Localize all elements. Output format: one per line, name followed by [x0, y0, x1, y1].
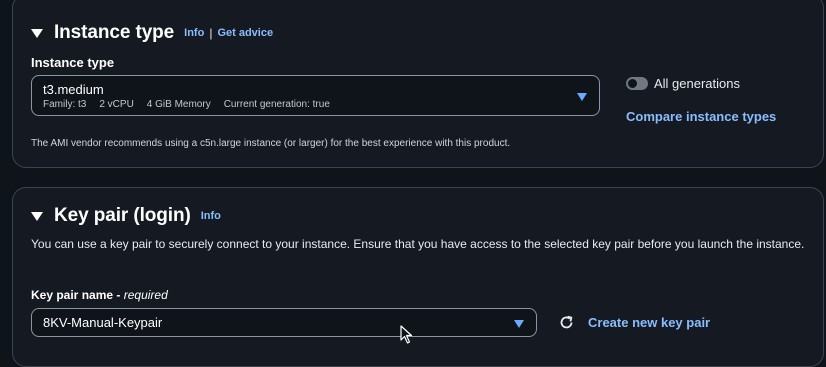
required-hint: required	[123, 288, 168, 302]
all-generations-toggle[interactable]	[626, 77, 648, 90]
all-generations-label: All generations	[654, 76, 740, 91]
info-link[interactable]: Info	[201, 210, 221, 222]
section-title: Key pair (login)	[54, 205, 191, 226]
key-pair-description: You can use a key pair to securely conne…	[31, 237, 805, 251]
instance-vcpu: 2 vCPU	[99, 99, 134, 110]
selected-key-pair: 8KV-Manual-Keypair	[43, 315, 163, 330]
refresh-icon[interactable]	[558, 314, 575, 331]
dropdown-arrow-icon	[577, 92, 587, 101]
caret-down-icon[interactable]	[31, 28, 43, 38]
section-title: Instance type	[54, 22, 175, 43]
instance-type-header: Instance type Info | Get advice	[31, 22, 273, 44]
compare-instance-types-link[interactable]: Compare instance types	[626, 109, 776, 124]
mouse-cursor-icon	[400, 325, 413, 344]
key-pair-select[interactable]: 8KV-Manual-Keypair	[31, 308, 537, 337]
ami-recommendation-text: The AMI vendor recommends using a c5n.la…	[31, 138, 511, 149]
selected-instance-meta: Family: t3 2 vCPU 4 GiB Memory Current g…	[43, 99, 343, 110]
key-pair-panel: Key pair (login) Info You can use a key …	[12, 187, 824, 367]
get-advice-link[interactable]: Get advice	[217, 27, 273, 39]
create-key-pair-link[interactable]: Create new key pair	[588, 315, 710, 330]
key-pair-name-label: Key pair name - required	[31, 288, 168, 302]
instance-type-select[interactable]: t3.medium Family: t3 2 vCPU 4 GiB Memory…	[31, 75, 600, 116]
instance-memory: 4 GiB Memory	[146, 99, 211, 110]
caret-down-icon[interactable]	[31, 211, 43, 221]
separator: |	[209, 26, 213, 40]
instance-family: Family: t3	[43, 99, 87, 110]
instance-generation: Current generation: true	[223, 99, 330, 110]
instance-type-field-label: Instance type	[31, 55, 115, 70]
info-link[interactable]: Info	[184, 27, 204, 39]
dropdown-arrow-icon	[514, 319, 524, 328]
selected-instance-name: t3.medium	[43, 82, 104, 97]
key-pair-header: Key pair (login) Info	[31, 205, 221, 227]
field-name: Key pair name	[31, 288, 114, 302]
instance-type-panel: Instance type Info | Get advice Instance…	[12, 0, 824, 168]
